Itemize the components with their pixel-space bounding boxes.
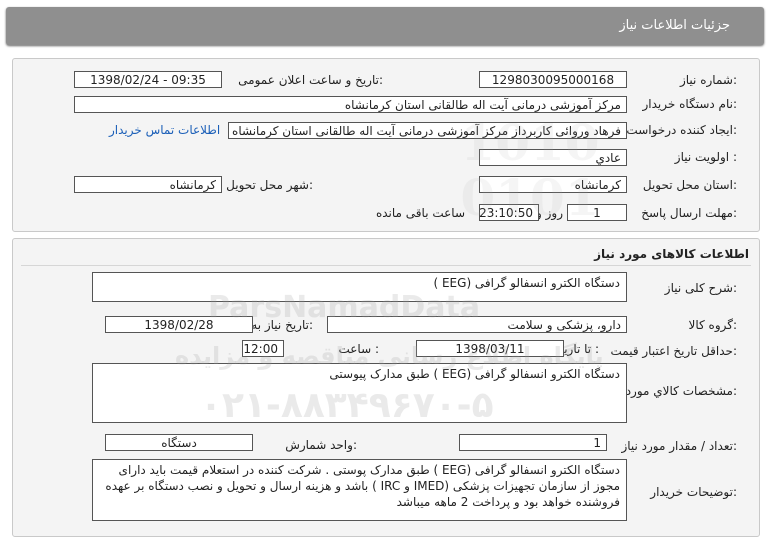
announce-field: 1398/02/24 - 09:35 bbox=[74, 71, 222, 88]
priority-field: عادي bbox=[479, 149, 627, 166]
buyer-contact-link[interactable]: اطلاعات تماس خریدار bbox=[109, 123, 220, 137]
unit-field: دستگاه bbox=[105, 434, 253, 451]
need-date-field: 1398/02/28 bbox=[105, 316, 253, 333]
unit-label: واحد شمارش: bbox=[285, 438, 357, 452]
need-number-field: 1298030095000168 bbox=[479, 71, 627, 88]
goods-info-panel: اطلاعات کالاهای مورد نیاز شرح کلی نیاز: … bbox=[12, 238, 760, 537]
deadline-days-field: 1 bbox=[567, 204, 627, 221]
buyer-label: نام دستگاه خریدار: bbox=[642, 97, 738, 111]
notes-label: توضیحات خریدار: bbox=[650, 485, 737, 499]
creator-label: ایجاد کننده درخواست: bbox=[626, 123, 737, 137]
group-field: دارو، پزشکی و سلامت bbox=[327, 316, 627, 333]
general-desc-field: دستگاه الکترو انسفالو گرافی (EEG ) bbox=[92, 272, 627, 302]
province-label: استان محل تحویل: bbox=[642, 178, 737, 192]
validity-label: حداقل تاریخ اعتبار قیمت: bbox=[610, 344, 737, 358]
qty-label: تعداد / مقدار مورد نیاز: bbox=[621, 439, 737, 453]
deadline-days-unit: روز و bbox=[536, 206, 563, 220]
page-title: جزئیات اطلاعات نیاز bbox=[619, 18, 730, 33]
creator-field: فرهاد وروائی کاربرداز مرکز آموزشی درمانی… bbox=[228, 122, 627, 139]
validity-date-field: 1398/03/11 bbox=[416, 340, 564, 357]
announce-label: تاریخ و ساعت اعلان عمومی: bbox=[238, 73, 383, 87]
page-header: جزئیات اطلاعات نیاز bbox=[6, 7, 764, 45]
validity-time-field: 12:00 bbox=[242, 340, 284, 357]
priority-label: اولویت نیاز : bbox=[674, 150, 737, 164]
province-field: کرمانشاه bbox=[479, 176, 627, 193]
notes-field: دستگاه الکترو انسفالو گرافی (EEG ) طبق م… bbox=[92, 459, 627, 521]
validity-time-label: ساعت : bbox=[338, 342, 379, 356]
buyer-field: مرکز آموزشی درمانی آیت اله طالقانی استان… bbox=[74, 96, 627, 113]
deadline-label: مهلت ارسال پاسخ: bbox=[641, 206, 737, 220]
need-number-label: شماره نیاز: bbox=[679, 73, 737, 87]
section-divider bbox=[21, 265, 751, 266]
city-label: شهر محل تحویل: bbox=[226, 178, 313, 192]
goods-section-title: اطلاعات کالاهای مورد نیاز bbox=[594, 247, 749, 261]
city-field: کرمانشاه bbox=[74, 176, 222, 193]
general-desc-label: شرح کلی نیاز: bbox=[664, 281, 737, 295]
deadline-remaining: ساعت باقی مانده bbox=[375, 206, 465, 220]
deadline-time-field: 23:10:50 bbox=[479, 204, 539, 221]
need-info-panel: شماره نیاز: 1298030095000168 تاریخ و ساع… bbox=[12, 58, 760, 232]
group-label: گروه کالا: bbox=[688, 318, 738, 332]
specs-field: دستگاه الکترو انسفالو گرافی (EEG ) طبق م… bbox=[92, 363, 627, 423]
qty-field: 1 bbox=[459, 434, 607, 451]
